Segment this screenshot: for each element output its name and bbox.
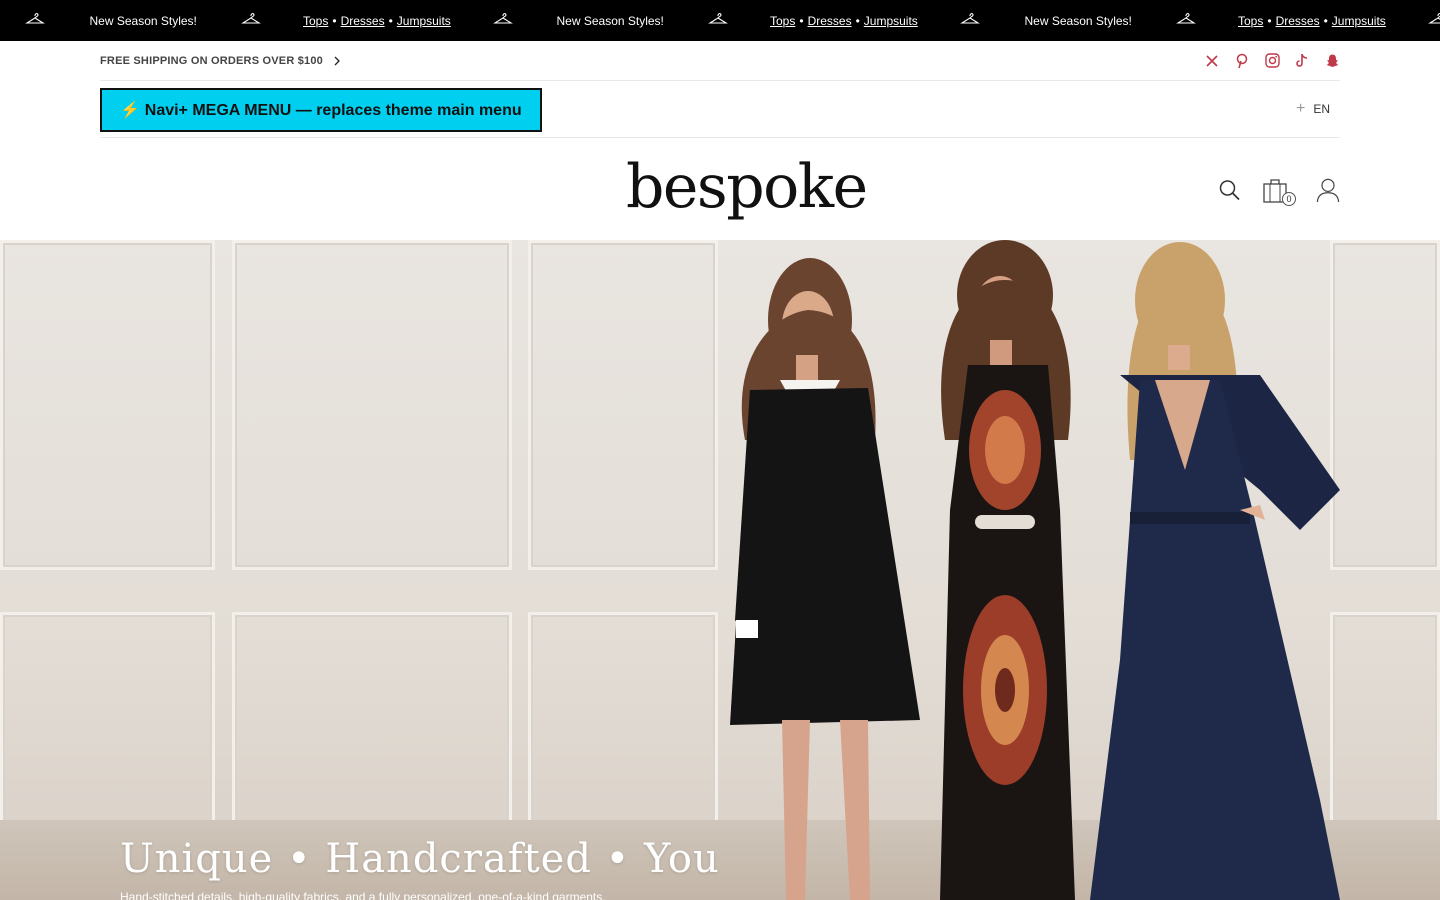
announcement-text: New Season Styles! xyxy=(89,13,197,28)
hanger-icon xyxy=(25,12,45,26)
header-icons: 0 xyxy=(1218,176,1340,206)
menu-row: ⚡ Navi+ MEGA MENU — replaces theme main … xyxy=(100,81,1340,138)
free-shipping-text: FREE SHIPPING ON ORDERS OVER $100 xyxy=(100,54,323,67)
announcement-link-tops[interactable]: Tops xyxy=(303,14,328,28)
wall-panel xyxy=(232,612,512,842)
wall-panel xyxy=(0,612,215,842)
wall-panel xyxy=(528,612,718,842)
link-separator: • xyxy=(799,13,804,28)
announcement-link-jumpsuits[interactable]: Jumpsuits xyxy=(864,14,918,28)
announcement-link-jumpsuits[interactable]: Jumpsuits xyxy=(1332,14,1386,28)
cart-icon[interactable]: 0 xyxy=(1262,176,1296,206)
hanger-icon xyxy=(241,12,261,26)
announcement-links: Tops • Dresses • Jumpsuits xyxy=(1238,0,1386,41)
language-label: EN xyxy=(1313,102,1330,116)
plus-icon: + xyxy=(1295,100,1306,117)
cart-count-badge: 0 xyxy=(1282,192,1296,206)
announcement-link-tops[interactable]: Tops xyxy=(1238,14,1263,28)
language-selector[interactable]: + EN xyxy=(1296,101,1330,117)
chevron-right-icon xyxy=(334,56,340,65)
announcement-link-tops[interactable]: Tops xyxy=(770,14,795,28)
hanger-icon xyxy=(960,12,980,26)
hanger-icon xyxy=(1428,12,1440,26)
header: bespoke 0 xyxy=(0,138,1440,240)
announcement-links: Tops • Dresses • Jumpsuits xyxy=(303,0,451,41)
announcement-links: Tops • Dresses • Jumpsuits xyxy=(770,0,918,41)
utility-bar: FREE SHIPPING ON ORDERS OVER $100 xyxy=(100,41,1340,81)
announcement-link-dresses[interactable]: Dresses xyxy=(1276,14,1320,28)
link-separator: • xyxy=(1267,13,1272,28)
announcement-link-jumpsuits[interactable]: Jumpsuits xyxy=(397,14,451,28)
hero-title: Unique • Handcrafted • You xyxy=(120,836,720,882)
tiktok-icon[interactable] xyxy=(1294,53,1310,69)
wall-panel xyxy=(232,240,512,570)
wall-panel xyxy=(528,240,718,570)
hero-banner[interactable]: Unique • Handcrafted • You Hand-stitched… xyxy=(0,240,1440,900)
wall-panel xyxy=(0,240,215,570)
site-logo[interactable]: bespoke xyxy=(626,152,868,222)
mega-menu-button[interactable]: ⚡ Navi+ MEGA MENU — replaces theme main … xyxy=(100,88,542,132)
model-figures-image xyxy=(730,240,1340,900)
instagram-icon[interactable] xyxy=(1264,53,1280,69)
link-separator: • xyxy=(1323,13,1328,28)
announcement-link-dresses[interactable]: Dresses xyxy=(808,14,852,28)
account-icon[interactable] xyxy=(1316,176,1340,204)
search-icon[interactable] xyxy=(1218,176,1242,204)
snapchat-icon[interactable] xyxy=(1324,53,1340,69)
social-links xyxy=(1204,53,1340,69)
hanger-icon xyxy=(493,12,513,26)
pinterest-icon[interactable] xyxy=(1234,53,1250,69)
announcement-bar: New Season Styles! Tops • Dresses • Jumpsuits… xyxy=(0,0,1440,41)
announcement-text: New Season Styles! xyxy=(1024,13,1132,28)
link-separator: • xyxy=(388,13,393,28)
hanger-icon xyxy=(1176,12,1196,26)
hero-subtitle: Hand-stitched details, high-quality fabr… xyxy=(120,890,606,900)
link-separator: • xyxy=(855,13,860,28)
announcement-text: New Season Styles! xyxy=(556,13,664,28)
free-shipping-link[interactable]: FREE SHIPPING ON ORDERS OVER $100 xyxy=(100,55,341,67)
hanger-icon xyxy=(708,12,728,26)
link-separator: • xyxy=(332,13,337,28)
x-icon[interactable] xyxy=(1204,53,1220,69)
announcement-link-dresses[interactable]: Dresses xyxy=(341,14,385,28)
